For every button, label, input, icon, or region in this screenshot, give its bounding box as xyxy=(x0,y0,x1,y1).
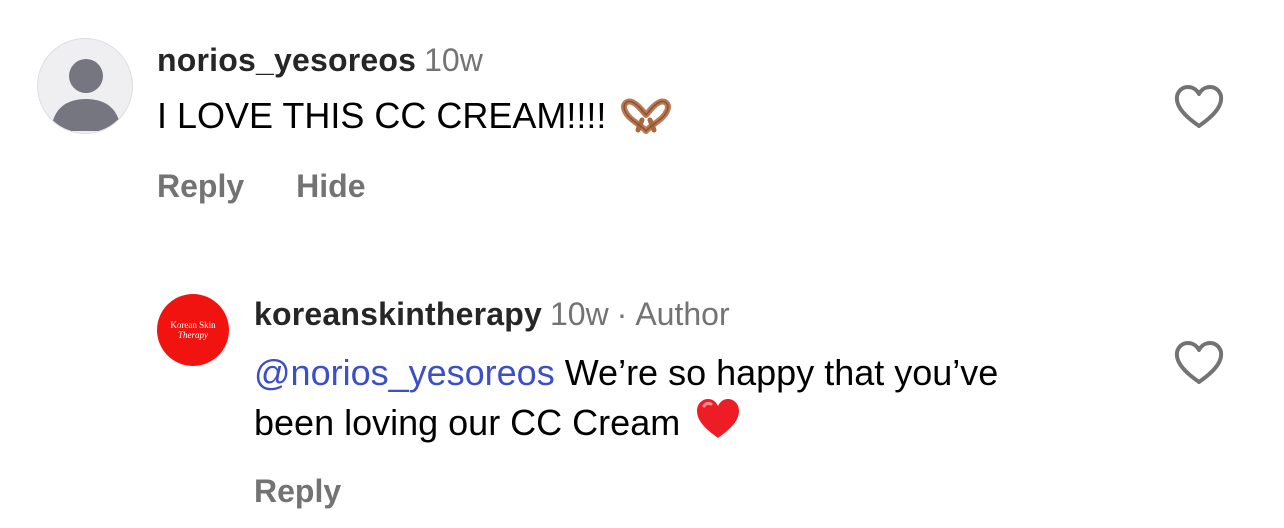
comment-header: koreanskintherapy 10w · Author xyxy=(254,294,1154,334)
author-badge: Author xyxy=(635,296,730,332)
brand-logo: Korean Skin Therapy xyxy=(157,320,229,340)
comment-body: koreanskintherapy 10w · Author @norios_yeso… xyxy=(254,294,1154,510)
red-heart-icon xyxy=(694,397,742,453)
hide-button[interactable]: Hide xyxy=(296,168,365,205)
like-button[interactable] xyxy=(1172,82,1226,132)
username[interactable]: koreanskintherapy xyxy=(254,296,542,332)
comment-actions: Reply xyxy=(254,473,1154,510)
brand-logo-line-2: Therapy xyxy=(178,330,208,340)
avatar[interactable] xyxy=(37,38,133,134)
like-button[interactable] xyxy=(1172,338,1226,388)
timestamp[interactable]: 10w xyxy=(424,42,483,78)
mention-link[interactable]: @norios_yesoreos xyxy=(254,352,555,393)
comment-text: I LOVE THIS CC CREAM!!!! xyxy=(157,92,1137,146)
separator-dot: · xyxy=(616,296,628,332)
heart-outline-icon xyxy=(1174,85,1224,128)
comment-header: norios_yesoreos 10w xyxy=(157,40,1137,80)
avatar[interactable]: Korean Skin Therapy xyxy=(157,294,229,366)
heart-outline-icon xyxy=(1174,341,1224,384)
brand-logo-line-1: Korean Skin xyxy=(170,320,216,330)
reply-comment: Korean Skin Therapy koreanskintherapy 10w… xyxy=(0,270,1284,528)
comment-body: norios_yesoreos 10w I LOVE THIS CC CREAM!… xyxy=(157,40,1137,205)
heart-hands-icon xyxy=(620,98,672,146)
comment: norios_yesoreos 10w I LOVE THIS CC CREAM!… xyxy=(0,0,1284,260)
comment-text-content: I LOVE THIS CC CREAM!!!! xyxy=(157,95,607,136)
username[interactable]: norios_yesoreos xyxy=(157,42,416,78)
default-profile-icon xyxy=(51,59,121,131)
reply-button[interactable]: Reply xyxy=(254,473,341,510)
comment-actions: Reply Hide xyxy=(157,168,1137,205)
comment-text: @norios_yesoreos We’re so happy that you… xyxy=(254,349,1034,453)
timestamp[interactable]: 10w xyxy=(550,296,609,332)
reply-button[interactable]: Reply xyxy=(157,168,244,205)
